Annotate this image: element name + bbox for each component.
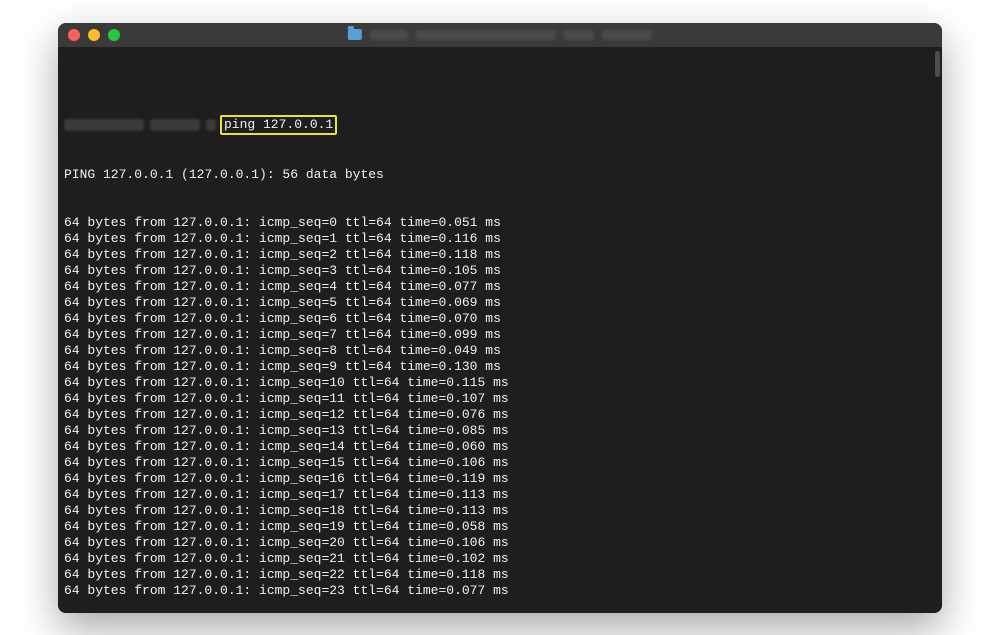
prompt-line: ping 127.0.0.1 (64, 115, 936, 135)
title-blur (370, 30, 408, 40)
title-bar[interactable] (58, 23, 942, 47)
scrollbar[interactable] (935, 51, 940, 77)
prompt-blur (206, 119, 216, 131)
ping-reply-line: 64 bytes from 127.0.0.1: icmp_seq=13 ttl… (64, 423, 936, 439)
ping-output: 64 bytes from 127.0.0.1: icmp_seq=0 ttl=… (64, 215, 936, 599)
terminal-body[interactable]: ping 127.0.0.1 PING 127.0.0.1 (127.0.0.1… (58, 47, 942, 613)
ping-reply-line: 64 bytes from 127.0.0.1: icmp_seq=21 ttl… (64, 551, 936, 567)
folder-icon (348, 29, 362, 40)
close-button[interactable] (68, 29, 80, 41)
window-title (235, 29, 765, 40)
traffic-lights (68, 29, 120, 41)
ping-reply-line: 64 bytes from 127.0.0.1: icmp_seq=23 ttl… (64, 583, 936, 599)
ping-header: PING 127.0.0.1 (127.0.0.1): 56 data byte… (64, 167, 936, 183)
ping-reply-line: 64 bytes from 127.0.0.1: icmp_seq=12 ttl… (64, 407, 936, 423)
ping-reply-line: 64 bytes from 127.0.0.1: icmp_seq=16 ttl… (64, 471, 936, 487)
ping-reply-line: 64 bytes from 127.0.0.1: icmp_seq=14 ttl… (64, 439, 936, 455)
ping-reply-line: 64 bytes from 127.0.0.1: icmp_seq=0 ttl=… (64, 215, 936, 231)
prompt-blur (150, 119, 200, 131)
maximize-button[interactable] (108, 29, 120, 41)
command-highlight: ping 127.0.0.1 (220, 115, 337, 135)
ping-reply-line: 64 bytes from 127.0.0.1: icmp_seq=7 ttl=… (64, 327, 936, 343)
ping-reply-line: 64 bytes from 127.0.0.1: icmp_seq=20 ttl… (64, 535, 936, 551)
ping-reply-line: 64 bytes from 127.0.0.1: icmp_seq=3 ttl=… (64, 263, 936, 279)
title-blur (416, 30, 556, 40)
ping-reply-line: 64 bytes from 127.0.0.1: icmp_seq=11 ttl… (64, 391, 936, 407)
minimize-button[interactable] (88, 29, 100, 41)
prompt-blur (64, 119, 144, 131)
terminal-window: ping 127.0.0.1 PING 127.0.0.1 (127.0.0.1… (58, 23, 942, 613)
ping-reply-line: 64 bytes from 127.0.0.1: icmp_seq=4 ttl=… (64, 279, 936, 295)
title-blur (564, 30, 594, 40)
ping-reply-line: 64 bytes from 127.0.0.1: icmp_seq=8 ttl=… (64, 343, 936, 359)
ping-reply-line: 64 bytes from 127.0.0.1: icmp_seq=9 ttl=… (64, 359, 936, 375)
ping-reply-line: 64 bytes from 127.0.0.1: icmp_seq=19 ttl… (64, 519, 936, 535)
ping-reply-line: 64 bytes from 127.0.0.1: icmp_seq=2 ttl=… (64, 247, 936, 263)
ping-reply-line: 64 bytes from 127.0.0.1: icmp_seq=6 ttl=… (64, 311, 936, 327)
ping-reply-line: 64 bytes from 127.0.0.1: icmp_seq=10 ttl… (64, 375, 936, 391)
ping-reply-line: 64 bytes from 127.0.0.1: icmp_seq=22 ttl… (64, 567, 936, 583)
ping-reply-line: 64 bytes from 127.0.0.1: icmp_seq=17 ttl… (64, 487, 936, 503)
ping-reply-line: 64 bytes from 127.0.0.1: icmp_seq=1 ttl=… (64, 231, 936, 247)
ping-reply-line: 64 bytes from 127.0.0.1: icmp_seq=18 ttl… (64, 503, 936, 519)
ping-reply-line: 64 bytes from 127.0.0.1: icmp_seq=5 ttl=… (64, 295, 936, 311)
ping-reply-line: 64 bytes from 127.0.0.1: icmp_seq=15 ttl… (64, 455, 936, 471)
title-blur (602, 30, 652, 40)
